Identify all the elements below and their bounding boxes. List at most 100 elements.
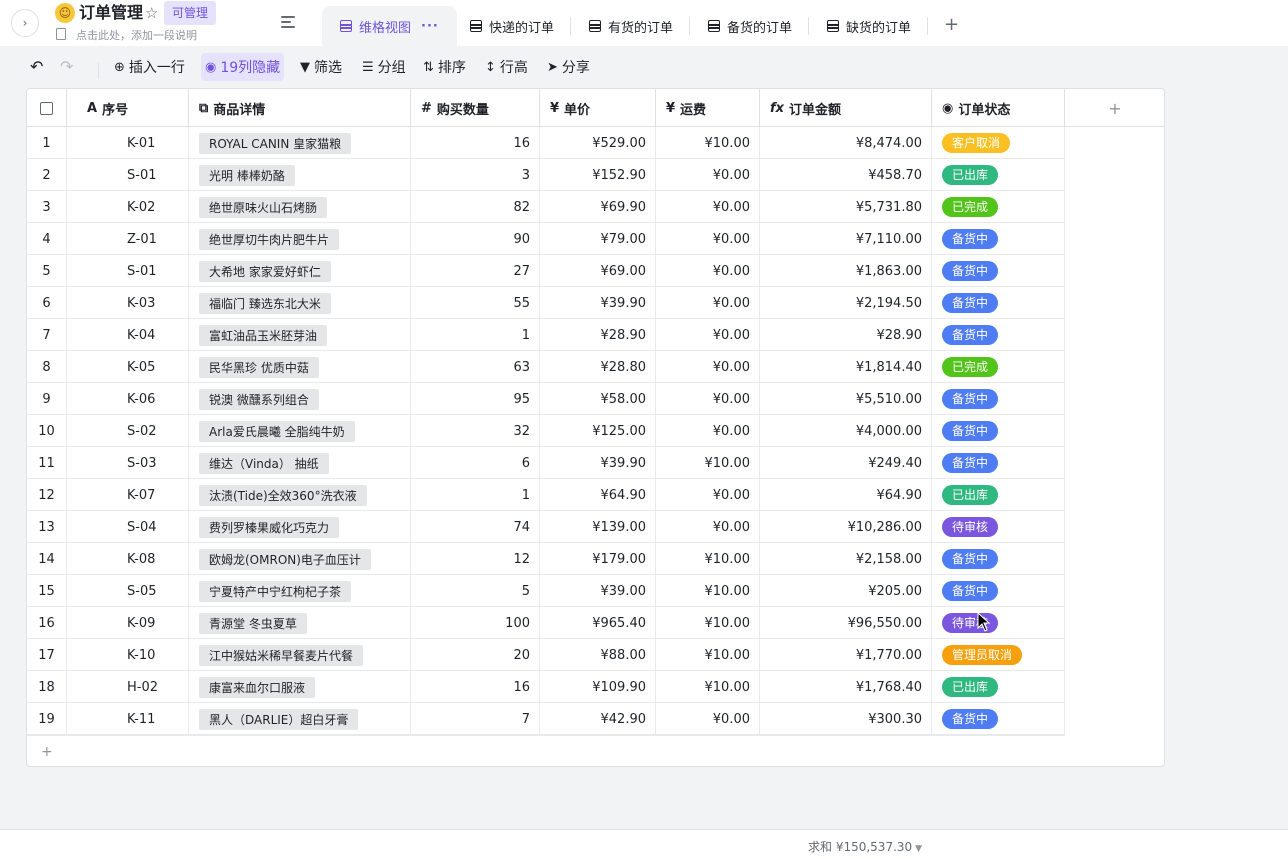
table-row[interactable]: 12 K-07 汰渍(Tide)全效360°洗衣液 1 ¥64.90 ¥0.00 ¥64.9…	[27, 479, 1065, 511]
add-column-icon[interactable]: +	[1065, 89, 1164, 127]
seq-cell[interactable]: K-02	[67, 191, 189, 223]
row-number-cell[interactable]: 18	[27, 671, 67, 703]
table-row[interactable]: 9 K-06 锐澳 微醺系列组合 95 ¥58.00 ¥0.00 ¥5,510.00 备货中	[27, 383, 1065, 415]
shipping-cell[interactable]: ¥0.00	[656, 703, 760, 735]
seq-cell[interactable]: K-11	[67, 703, 189, 735]
product-cell[interactable]: 绝世原味火山石烤肠	[189, 191, 411, 223]
view-list-menu-icon[interactable]	[281, 16, 295, 28]
product-link-tag[interactable]: 富虹油品玉米胚芽油	[199, 324, 328, 346]
group-button[interactable]: ☰ 分组	[358, 53, 410, 81]
price-cell[interactable]: ¥39.90	[540, 287, 656, 319]
row-number-cell[interactable]: 4	[27, 223, 67, 255]
amount-cell[interactable]: ¥2,194.50	[760, 287, 932, 319]
qty-cell[interactable]: 63	[411, 351, 540, 383]
table-row[interactable]: 15 S-05 宁夏特产中宁红枸杞子茶 5 ¥39.00 ¥10.00 ¥205.00 备货中	[27, 575, 1065, 607]
price-cell[interactable]: ¥152.90	[540, 159, 656, 191]
tab-view-1[interactable]: 快递的订单	[470, 6, 554, 46]
amount-cell[interactable]: ¥300.30	[760, 703, 932, 735]
seq-cell[interactable]: K-09	[67, 607, 189, 639]
price-cell[interactable]: ¥39.90	[540, 447, 656, 479]
price-cell[interactable]: ¥79.00	[540, 223, 656, 255]
seq-cell[interactable]: S-04	[67, 511, 189, 543]
shipping-cell[interactable]: ¥10.00	[656, 543, 760, 575]
shipping-cell[interactable]: ¥10.00	[656, 671, 760, 703]
amount-cell[interactable]: ¥28.90	[760, 319, 932, 351]
tab-view-0[interactable]: 维格视图 ···	[322, 6, 457, 46]
qty-cell[interactable]: 95	[411, 383, 540, 415]
product-link-tag[interactable]: 光明 棒棒奶酪	[199, 164, 295, 186]
row-number-cell[interactable]: 10	[27, 415, 67, 447]
table-row[interactable]: 2 S-01 光明 棒棒奶酪 3 ¥152.90 ¥0.00 ¥458.70 已出库	[27, 159, 1065, 191]
row-number-cell[interactable]: 12	[27, 479, 67, 511]
amount-cell[interactable]: ¥10,286.00	[760, 511, 932, 543]
table-row[interactable]: 4 Z-01 绝世厚切牛肉片肥牛片 90 ¥79.00 ¥0.00 ¥7,110.00 备货中	[27, 223, 1065, 255]
amount-cell[interactable]: ¥5,731.80	[760, 191, 932, 223]
price-cell[interactable]: ¥39.00	[540, 575, 656, 607]
product-cell[interactable]: 宁夏特产中宁红枸杞子茶	[189, 575, 411, 607]
status-cell[interactable]: 已出库	[932, 159, 1065, 191]
shipping-cell[interactable]: ¥10.00	[656, 127, 760, 159]
product-link-tag[interactable]: 江中猴姑米稀早餐麦片代餐	[199, 644, 364, 666]
status-cell[interactable]: 备货中	[932, 223, 1065, 255]
tab-view-2[interactable]: 有货的订单	[589, 6, 673, 46]
seq-cell[interactable]: Z-01	[67, 223, 189, 255]
status-cell[interactable]: 已出库	[932, 479, 1065, 511]
table-row[interactable]: 10 S-02 Arla爱氏晨曦 全脂纯牛奶 32 ¥125.00 ¥0.00 ¥4,000…	[27, 415, 1065, 447]
price-cell[interactable]: ¥42.90	[540, 703, 656, 735]
seq-cell[interactable]: K-04	[67, 319, 189, 351]
status-cell[interactable]: 管理员取消	[932, 639, 1065, 671]
status-cell[interactable]: 已完成	[932, 191, 1065, 223]
expand-sidebar-button[interactable]: ›	[11, 9, 39, 37]
shipping-cell[interactable]: ¥0.00	[656, 479, 760, 511]
qty-cell[interactable]: 16	[411, 127, 540, 159]
column-header-product[interactable]: ⧉ 商品详情	[189, 89, 411, 127]
product-cell[interactable]: Arla爱氏晨曦 全脂纯牛奶	[189, 415, 411, 447]
column-header-status[interactable]: ◉ 订单状态	[932, 89, 1065, 127]
product-link-tag[interactable]: 费列罗榛果威化巧克力	[199, 516, 340, 538]
product-cell[interactable]: 江中猴姑米稀早餐麦片代餐	[189, 639, 411, 671]
product-cell[interactable]: 黑人（DARLIE）超白牙膏	[189, 703, 411, 735]
table-row[interactable]: 8 K-05 民华黑珍 优质中菇 63 ¥28.80 ¥0.00 ¥1,814.40 已完成	[27, 351, 1065, 383]
row-number-cell[interactable]: 15	[27, 575, 67, 607]
product-link-tag[interactable]: Arla爱氏晨曦 全脂纯牛奶	[199, 420, 355, 442]
price-cell[interactable]: ¥139.00	[540, 511, 656, 543]
amount-cell[interactable]: ¥8,474.00	[760, 127, 932, 159]
product-cell[interactable]: 福临门 臻选东北大米	[189, 287, 411, 319]
row-number-cell[interactable]: 17	[27, 639, 67, 671]
amount-cell[interactable]: ¥1,814.40	[760, 351, 932, 383]
product-link-tag[interactable]: 汰渍(Tide)全效360°洗衣液	[199, 484, 367, 506]
sum-summary[interactable]: 求和 ¥150,537.30 ▼	[808, 838, 922, 855]
column-header-amount[interactable]: fx 订单金额	[760, 89, 932, 127]
status-cell[interactable]: 备货中	[932, 575, 1065, 607]
price-cell[interactable]: ¥58.00	[540, 383, 656, 415]
shipping-cell[interactable]: ¥10.00	[656, 575, 760, 607]
qty-cell[interactable]: 1	[411, 479, 540, 511]
add-row-icon[interactable]: +	[41, 744, 53, 760]
price-cell[interactable]: ¥179.00	[540, 543, 656, 575]
amount-cell[interactable]: ¥1,863.00	[760, 255, 932, 287]
price-cell[interactable]: ¥88.00	[540, 639, 656, 671]
amount-cell[interactable]: ¥1,768.40	[760, 671, 932, 703]
product-link-tag[interactable]: 康富来血尔口服液	[199, 676, 316, 698]
row-number-cell[interactable]: 16	[27, 607, 67, 639]
qty-cell[interactable]: 27	[411, 255, 540, 287]
qty-cell[interactable]: 20	[411, 639, 540, 671]
insert-row-button[interactable]: ⊕ 插入一行	[110, 53, 189, 81]
add-view-icon[interactable]: +	[944, 15, 959, 35]
product-cell[interactable]: 富虹油品玉米胚芽油	[189, 319, 411, 351]
hidden-columns-button[interactable]: ◉ 19列隐藏	[201, 53, 285, 81]
table-row[interactable]: 3 K-02 绝世原味火山石烤肠 82 ¥69.90 ¥0.00 ¥5,731.80 已完成	[27, 191, 1065, 223]
amount-cell[interactable]: ¥4,000.00	[760, 415, 932, 447]
undo-icon[interactable]: ↶	[30, 59, 43, 75]
seq-cell[interactable]: S-02	[67, 415, 189, 447]
product-cell[interactable]: 康富来血尔口服液	[189, 671, 411, 703]
seq-cell[interactable]: S-01	[67, 159, 189, 191]
shipping-cell[interactable]: ¥0.00	[656, 351, 760, 383]
product-cell[interactable]: 欧姆龙(OMRON)电子血压计	[189, 543, 411, 575]
column-header-seq[interactable]: A 序号	[67, 89, 189, 127]
amount-cell[interactable]: ¥1,770.00	[760, 639, 932, 671]
price-cell[interactable]: ¥64.90	[540, 479, 656, 511]
seq-cell[interactable]: K-07	[67, 479, 189, 511]
qty-cell[interactable]: 74	[411, 511, 540, 543]
star-icon[interactable]: ☆	[145, 3, 158, 23]
